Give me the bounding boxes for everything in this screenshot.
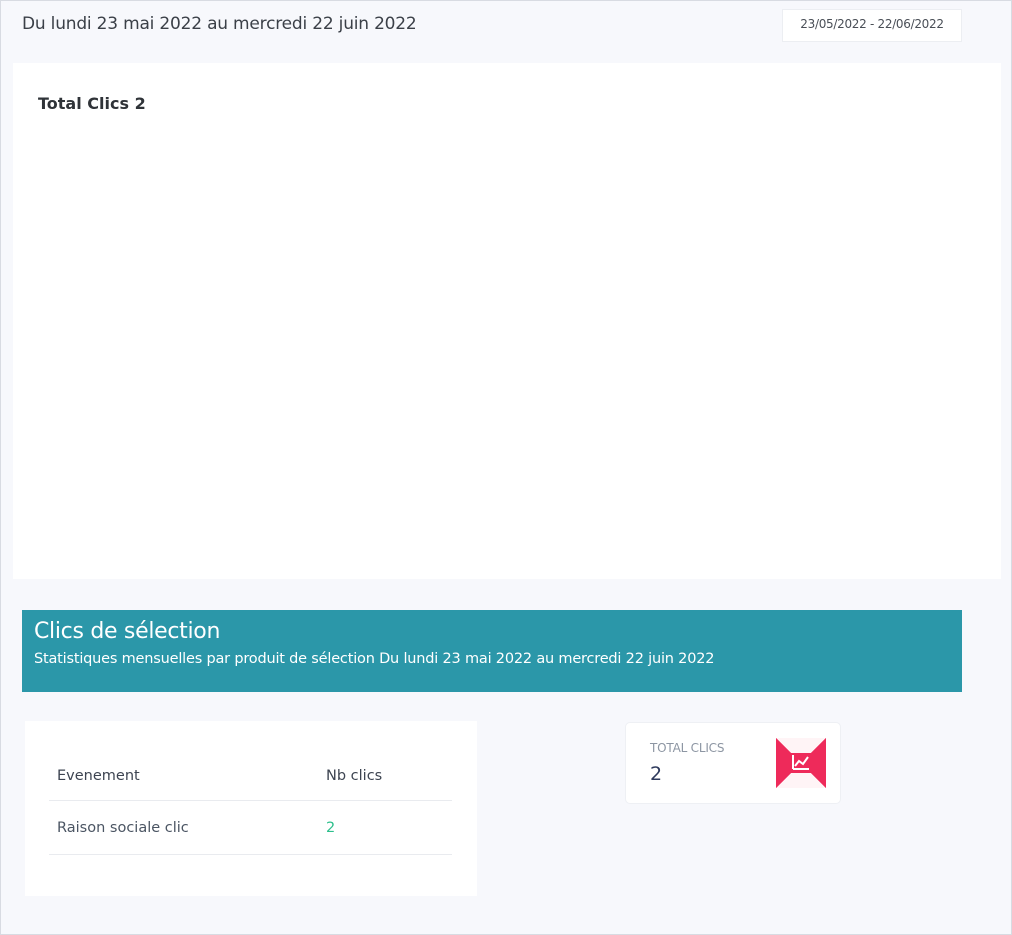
- column-header-clicks: Nb clics: [326, 767, 383, 784]
- stat-value: 2: [650, 763, 663, 785]
- table-card: Evenement Nb clics Raison sociale clic 2: [25, 721, 477, 896]
- column-header-event: Evenement: [57, 767, 140, 784]
- chart-title: Total Clics 2: [38, 94, 146, 113]
- total-clicks-card: TOTAL CLICS 2: [625, 722, 841, 804]
- table-row: Raison sociale clic 2: [49, 801, 452, 855]
- page: Du lundi 23 mai 2022 au mercredi 22 juin…: [0, 0, 1012, 935]
- clicks-table: Evenement Nb clics Raison sociale clic 2: [49, 751, 452, 855]
- stat-label: TOTAL CLICS: [650, 741, 725, 755]
- chart-card: Total Clics 2: [13, 63, 1001, 579]
- section-subtitle: Statistiques mensuelles par produit de s…: [34, 651, 715, 667]
- chart-line-icon: [776, 738, 826, 788]
- period-title: Du lundi 23 mai 2022 au mercredi 22 juin…: [22, 14, 417, 34]
- section-title: Clics de sélection: [34, 619, 221, 644]
- table-header-row: Evenement Nb clics: [49, 751, 452, 801]
- event-cell: Raison sociale clic: [57, 819, 189, 836]
- clicks-cell: 2: [326, 819, 336, 836]
- section-banner: Clics de sélection Statistiques mensuell…: [22, 610, 962, 692]
- chart-area: [33, 133, 981, 563]
- date-range-input[interactable]: 23/05/2022 - 22/06/2022: [782, 9, 962, 42]
